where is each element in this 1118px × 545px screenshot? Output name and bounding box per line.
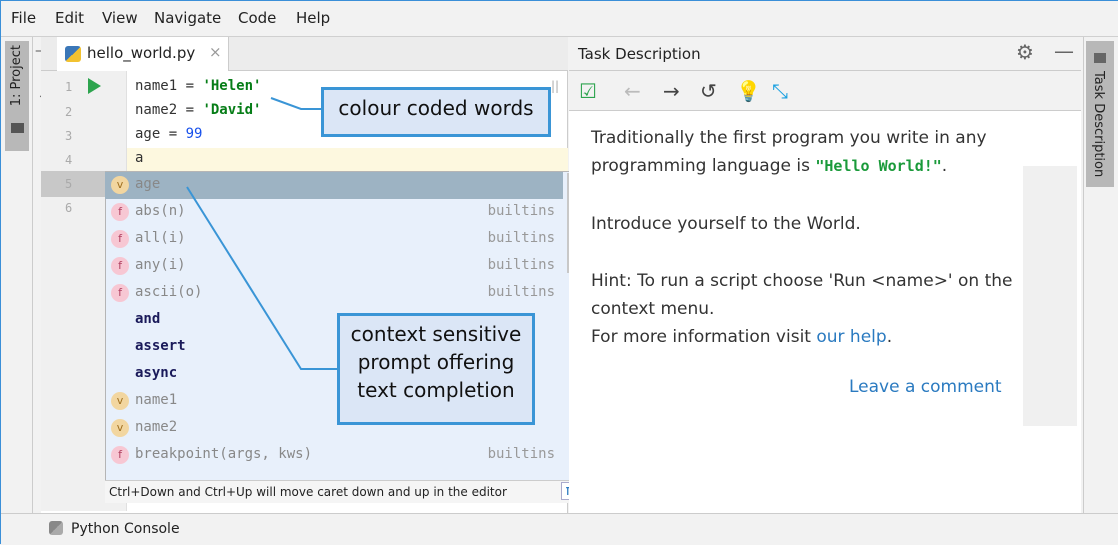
task-tab-label: Task Description (1091, 71, 1106, 178)
task-text-4: For more information visit our help. (591, 327, 893, 347)
python-console-button[interactable]: Python Console (71, 521, 180, 537)
undo-icon[interactable]: ↺ (700, 79, 717, 103)
forward-arrow-icon[interactable]: → (663, 79, 680, 103)
task-toolbar (569, 71, 1081, 111)
collapse-icon[interactable]: ⤡ (772, 79, 788, 103)
task-panel-header: Task Description ⚙ — (569, 37, 1081, 71)
help-link[interactable]: our help (816, 327, 886, 347)
task-text-2: Introduce yourself to the World. (591, 214, 861, 234)
check-task-icon[interactable]: ☑ (579, 79, 597, 103)
gear-icon[interactable]: ⚙ (1016, 40, 1034, 64)
task-panel-title: Task Description (578, 45, 701, 63)
callout-line-1 (270, 97, 323, 110)
callout-completion: context sensitive prompt offering text c… (337, 313, 535, 425)
lightbulb-icon[interactable]: 💡 (736, 79, 761, 103)
minimize-icon[interactable]: — (1054, 39, 1074, 63)
task-text-3b: context menu. (591, 299, 715, 319)
task-text-1a: Traditionally the first program you writ… (591, 128, 987, 148)
leave-comment-link[interactable]: Leave a comment (849, 377, 1002, 397)
task-text-3a: Hint: To run a script choose 'Run <name>… (591, 271, 1013, 291)
scroll-area (1023, 166, 1077, 426)
task-text-1b: programming language is "Hello World!". (591, 156, 948, 176)
callout-colour-coded: colour coded words (321, 87, 551, 137)
callout-line-2 (186, 186, 339, 370)
book-icon (1094, 53, 1106, 63)
back-arrow-icon[interactable]: ← (624, 79, 641, 103)
task-description-tool-tab[interactable]: Task Description (1086, 41, 1114, 187)
bottom-tool-bar: Python Console (1, 513, 1118, 545)
python-console-icon (49, 521, 63, 535)
